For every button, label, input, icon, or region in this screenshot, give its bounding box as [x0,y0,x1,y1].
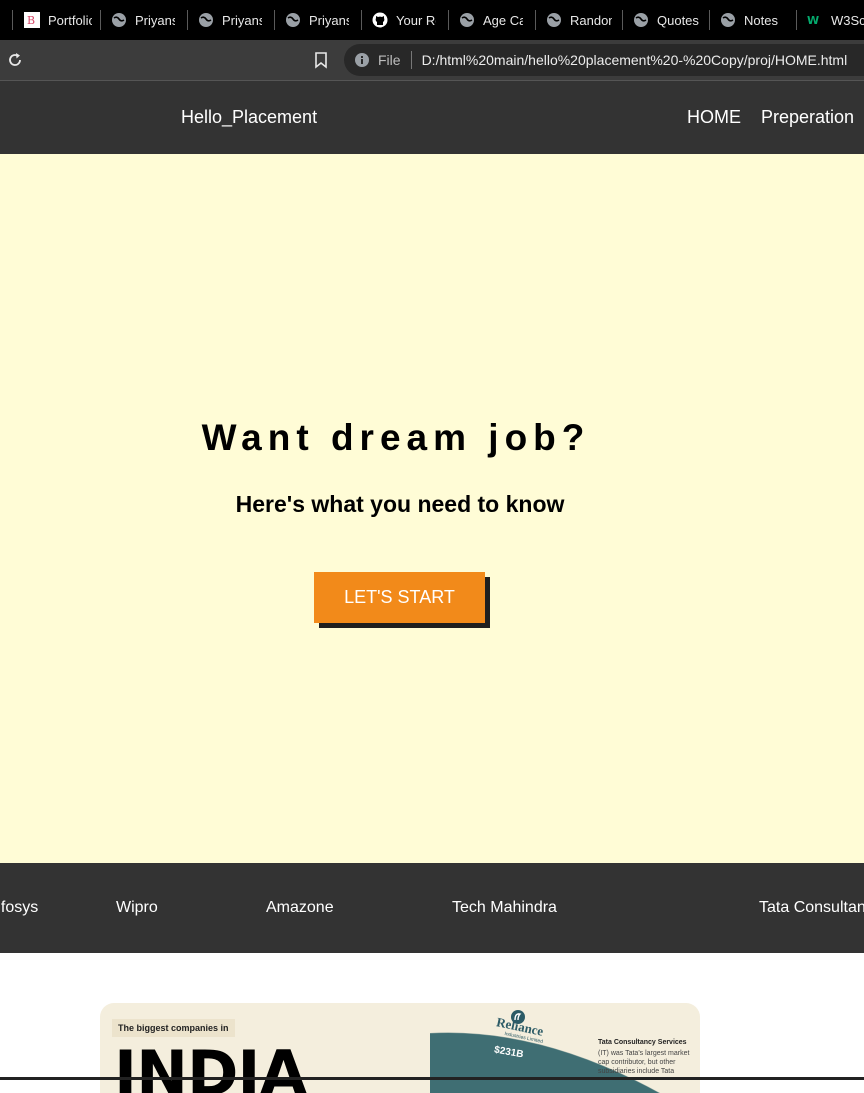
browser-toolbar: File D:/html%20main/hello%20placement%20… [0,40,864,81]
company-name: Wipro [116,899,158,916]
bookmark-separator [361,10,362,30]
bookmark-priyansh-2[interactable]: Priyansh [198,0,268,40]
globe-icon [720,12,736,28]
bookmark-separator [448,10,449,30]
address-divider [410,51,412,69]
globe-icon [459,12,475,28]
svg-text:B: B [27,14,35,27]
github-icon [372,12,388,28]
globe-icon [546,12,562,28]
bookmark-label: Random [570,12,612,28]
bookmark-separator [100,10,101,30]
globe-icon [198,12,214,28]
portfolio-favicon: B [24,12,40,28]
bookmark-page-icon[interactable] [313,51,329,74]
bookmark-label: Priyansh [135,12,175,28]
globe-icon [633,12,649,28]
bookmark-separator [622,10,623,30]
company-name: nfosys [0,899,39,916]
url-text[interactable]: D:/html%20main/hello%20placement%20-%20C… [422,52,848,68]
w3schools-icon: W [807,12,823,28]
globe-icon [111,12,127,28]
bookmark-separator [12,10,13,30]
company-name: Tech Mahindra [452,899,557,916]
svg-text:W: W [807,14,819,27]
site-info-icon[interactable] [354,52,370,68]
scheme-chip: File [378,52,401,68]
bookmark-separator [535,10,536,30]
bookmark-label: Your Re [396,12,436,28]
bookmark-label: Age Cal [483,12,523,28]
bookmark-portfolio[interactable]: B Portfolio [24,0,94,40]
bookmark-random[interactable]: Random [546,0,616,40]
bookmark-w3schools[interactable]: W W3Sch [807,0,864,40]
bookmark-priyansh-1[interactable]: Priyansh [111,0,181,40]
nav-link-home[interactable]: HOME [687,107,741,128]
nav-link-preperation[interactable]: Preperation [761,107,854,128]
infographic-headline: INDIA [114,1037,307,1093]
bookmark-label: Portfolio [48,12,92,28]
bookmark-your-repo[interactable]: Your Re [372,0,442,40]
tcs-description: (IT) was Tata's largest market cap contr… [598,1050,690,1075]
tcs-title: Tata Consultancy Services [598,1039,687,1046]
hero-section: Want dream job? Here's what you need to … [0,154,864,863]
company-name: Tata Consultan [759,899,864,916]
lets-start-button[interactable]: LET'S START [314,572,485,623]
hero-subtitle: Here's what you need to know [235,491,565,517]
infographic-tag: The biggest companies in [112,1019,235,1037]
bookmark-notes[interactable]: Notes [720,0,790,40]
bookmark-separator [274,10,275,30]
bookmark-priyansh-3[interactable]: Priyansh [285,0,355,40]
bookmarks-bar: B Portfolio Priyansh Priyansh Priyansh Y… [0,0,864,40]
address-bar[interactable]: File D:/html%20main/hello%20placement%20… [344,44,864,76]
companies-ticker: nfosys Wipro Amazone Tech Mahindra Tata … [0,863,864,953]
globe-icon [285,12,301,28]
bookmark-label: Priyansh [222,12,262,28]
bookmark-separator [796,10,797,30]
bookmark-label: Notes [744,12,778,28]
bookmark-separator [187,10,188,30]
hero-title: Want dream job? [201,417,591,458]
bookmark-label: Quotes [657,12,699,28]
bookmark-age-calc[interactable]: Age Cal [459,0,529,40]
brand-logo-text[interactable]: Hello_Placement [181,107,317,128]
bookmark-quotes[interactable]: Quotes [633,0,703,40]
site-navbar: Hello_Placement HOME Preperation [0,81,864,154]
bookmark-label: Priyansh [309,12,349,28]
bookmark-label: W3Sch [831,12,864,28]
company-name: Amazone [266,899,334,916]
reload-icon[interactable] [6,51,24,74]
bookmark-separator [709,10,710,30]
